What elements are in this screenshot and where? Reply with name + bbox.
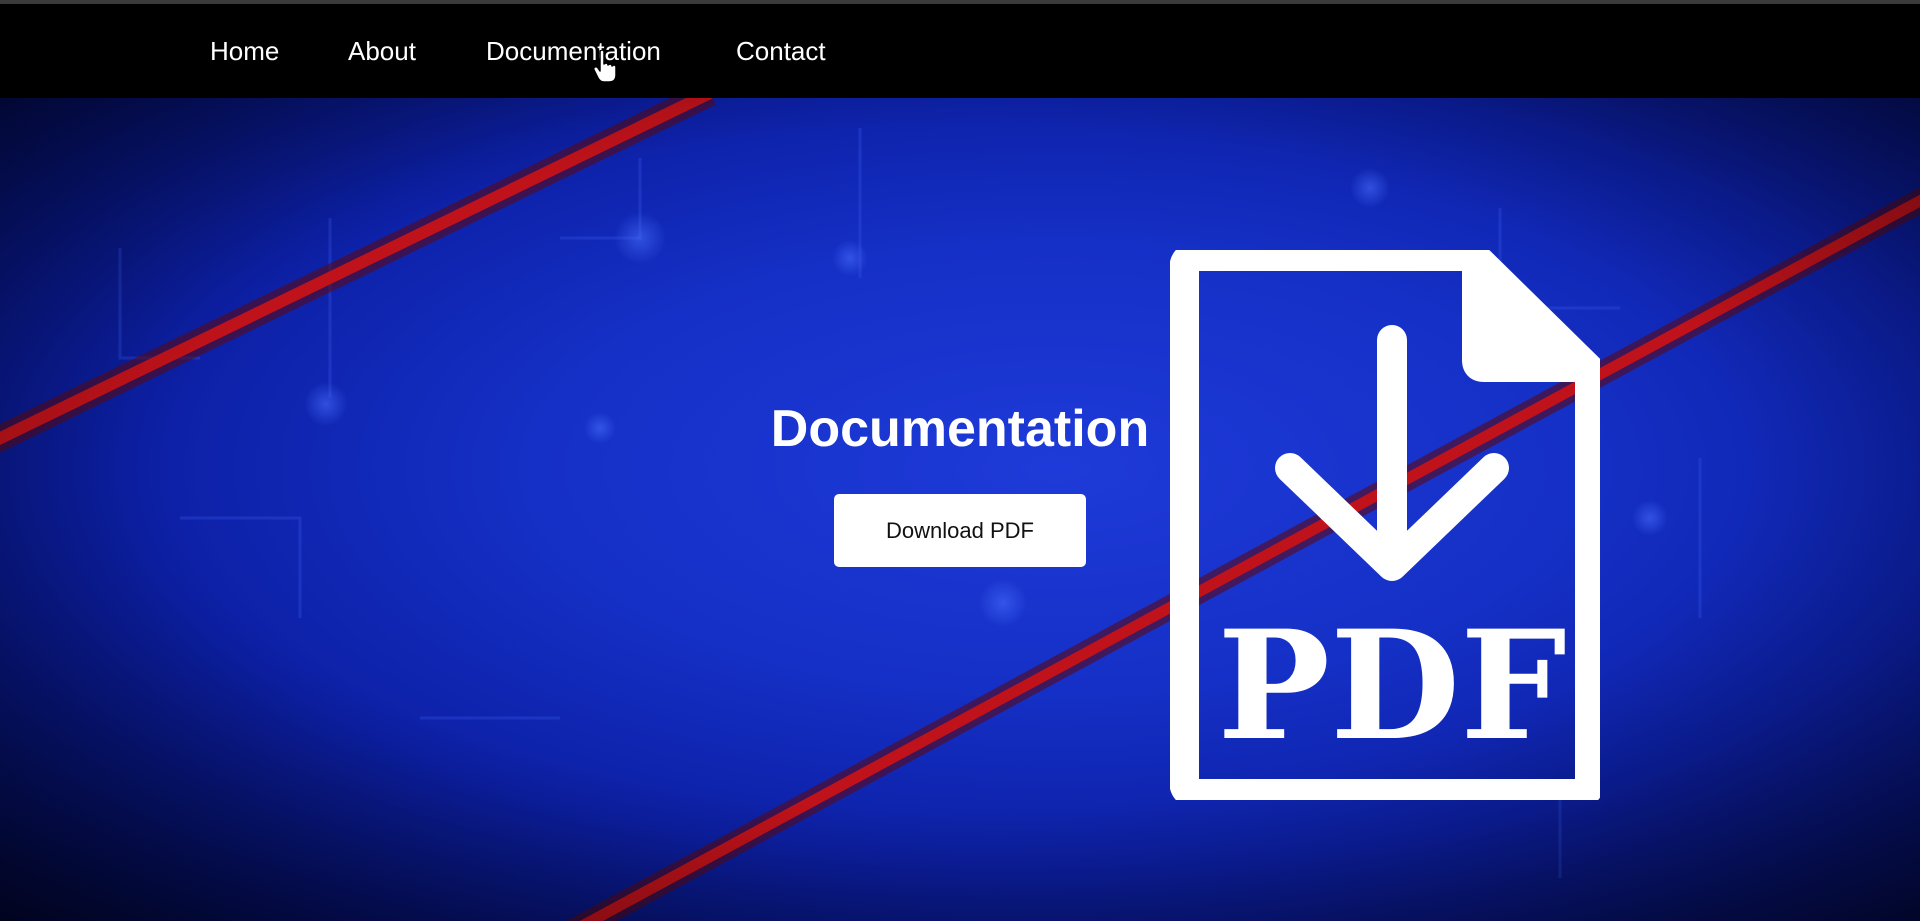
pdf-download-icon: PDF [1170, 250, 1600, 800]
pdf-icon-label: PDF [1217, 598, 1566, 774]
hand-pointer-icon [592, 50, 617, 83]
nav-documentation-link[interactable]: Documentation [486, 36, 661, 66]
nav-home-link[interactable]: Home [210, 36, 279, 66]
download-arrow-icon [1275, 325, 1509, 581]
hero-title: Documentation [770, 400, 1150, 458]
nav-contact-link[interactable]: Contact [736, 36, 826, 66]
hero-section: Documentation Download PDF PDF [0, 98, 1920, 921]
top-navbar: Home About Documentation Contact [0, 4, 1920, 98]
download-pdf-button[interactable]: Download PDF [834, 494, 1086, 567]
nav-about-link[interactable]: About [348, 36, 416, 66]
